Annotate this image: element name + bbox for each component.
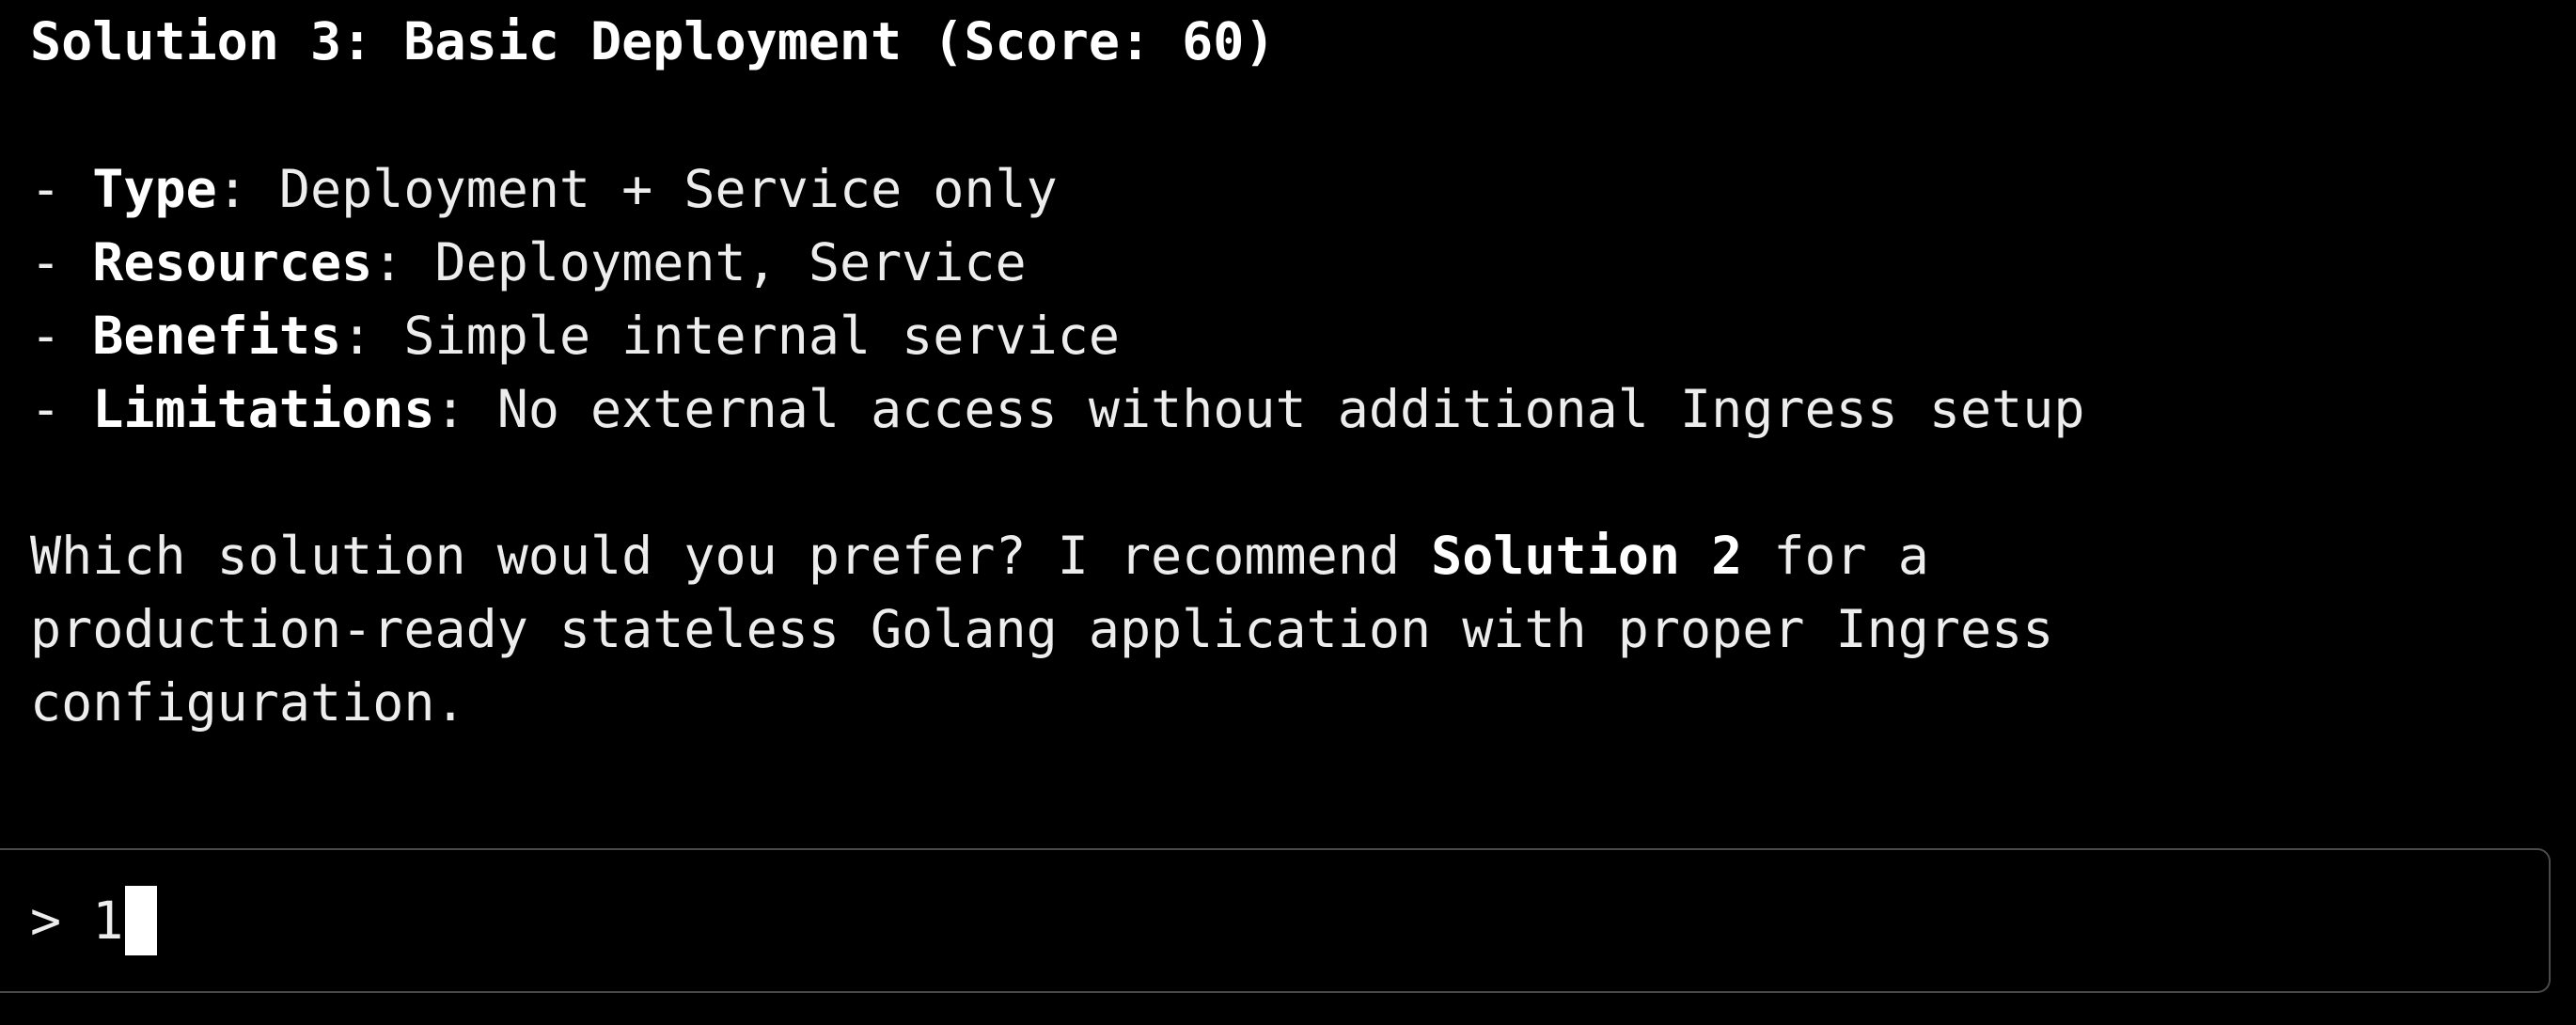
prompt-line[interactable]: > 1 (30, 850, 158, 991)
bullet-prefix: - (30, 232, 93, 292)
bullet-resources: - Resources: Deployment, Service (30, 226, 1027, 299)
recommended-solution: Solution 2 (1431, 526, 1743, 586)
prompt-symbol: > (30, 891, 62, 951)
bullet-text: No external access without additional In… (496, 379, 2085, 439)
question-line-1: Which solution would you prefer? I recom… (30, 519, 1929, 592)
bullet-label: Benefits (92, 306, 342, 366)
bullet-separator: : (216, 159, 279, 219)
question-text: for a (1742, 526, 1929, 586)
bullet-separator: : (372, 232, 435, 292)
bullet-label: Resources (92, 232, 373, 292)
bullet-label: Type (92, 159, 217, 219)
solution-heading: Solution 3: Basic Deployment (Score: 60) (30, 11, 1276, 71)
bullet-prefix: - (30, 379, 93, 439)
terminal-window: Solution 3: Basic Deployment (Score: 60)… (0, 0, 2576, 1025)
bullet-prefix: - (30, 159, 93, 219)
bullet-label: Limitations (92, 379, 435, 439)
question-line-3: configuration. (30, 672, 466, 733)
bullet-separator: : (434, 379, 497, 439)
bullet-text: Deployment, Service (434, 232, 1027, 292)
input-value[interactable]: 1 (92, 850, 123, 991)
bullet-text: Simple internal service (403, 306, 1120, 366)
bullet-separator: : (341, 306, 404, 366)
bullet-benefits: - Benefits: Simple internal service (30, 299, 1120, 372)
question-text: Which solution would you prefer? I recom… (30, 526, 1432, 586)
question-line-2: production-ready stateless Golang applic… (30, 599, 2054, 659)
bullet-text: Deployment + Service only (278, 159, 1058, 219)
bullet-type: - Type: Deployment + Service only (30, 152, 1058, 226)
prompt-input-box[interactable]: > 1 (0, 848, 2551, 993)
bullet-limitations: - Limitations: No external access withou… (30, 372, 2084, 446)
bullet-prefix: - (30, 306, 93, 366)
text-cursor (125, 886, 158, 955)
